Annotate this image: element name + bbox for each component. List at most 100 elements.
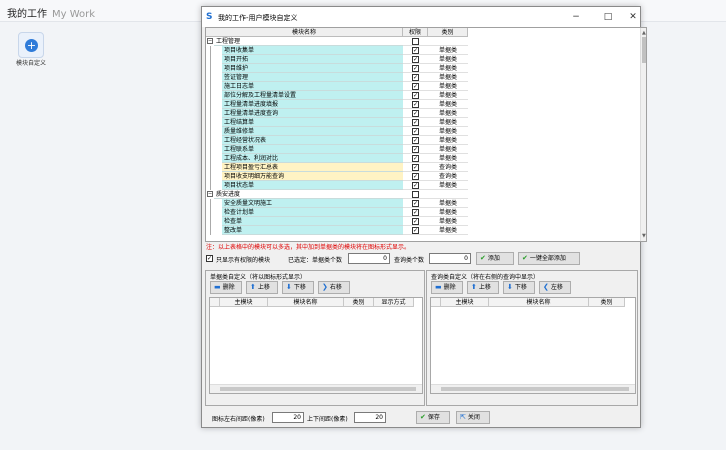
permission-checkbox[interactable]: ✓ — [412, 182, 419, 189]
tree-row[interactable]: 整改单 ✓ 单据类 — [206, 226, 468, 235]
move-down-button[interactable]: ⬇ 下移 — [282, 281, 314, 294]
col-header-category[interactable]: 类别 — [344, 298, 374, 307]
minimize-button[interactable]: − — [568, 10, 584, 24]
tree-row[interactable]: 工程量清单进度填报 ✓ 单据类 — [206, 100, 468, 109]
col-header-category[interactable]: 类别 — [428, 28, 468, 37]
permission-checkbox[interactable]: ✓ — [412, 146, 419, 153]
col-header-display-mode[interactable]: 显示方式 — [374, 298, 414, 307]
tree-row[interactable]: 检查计划单 ✓ 单据类 — [206, 208, 468, 217]
move-up-button[interactable]: ⬆ 上移 — [246, 281, 278, 294]
col-header-main-module[interactable]: 主模块 — [441, 298, 489, 307]
col-header-module-name[interactable]: 模块名称 — [268, 298, 344, 307]
permission-checkbox[interactable]: ✓ — [412, 47, 419, 54]
module-name: 工程经营状况表 — [222, 136, 403, 145]
module-name: 施工日志单 — [222, 82, 403, 91]
module-tree-grid[interactable]: 模块名称 权限 类别 − 工程管理 项目收集单 ✓ 单据类 项目开拓 ✓ 单据类 项目维护 ✓ 单据… — [205, 27, 647, 242]
col-header-module-name[interactable]: 模块名称 — [206, 28, 403, 37]
permission-checkbox[interactable]: ✓ — [412, 74, 419, 81]
permission-checkbox[interactable]: ✓ — [412, 209, 419, 216]
category-cell: 单据类 — [428, 46, 468, 55]
tree-row[interactable]: 工程成本、利润对比 ✓ 单据类 — [206, 154, 468, 163]
tree-row[interactable]: 项目维护 ✓ 单据类 — [206, 64, 468, 73]
tree-line — [210, 73, 211, 82]
collapse-icon[interactable]: − — [207, 38, 213, 44]
permission-checkbox[interactable]: ✓ — [412, 128, 419, 135]
permission-checkbox[interactable] — [412, 191, 419, 198]
tree-row[interactable]: 工程结算单 ✓ 单据类 — [206, 118, 468, 127]
save-button[interactable]: ✔ 保存 — [416, 411, 450, 424]
tree-line — [210, 46, 211, 55]
scrollbar-thumb[interactable] — [642, 37, 646, 63]
permission-checkbox[interactable]: ✓ — [412, 137, 419, 144]
horizontal-scrollbar[interactable] — [431, 384, 635, 393]
category-cell: 单据类 — [428, 82, 468, 91]
permission-checkbox[interactable] — [412, 38, 419, 45]
module-name: 项目状态单 — [222, 181, 403, 190]
scroll-down-icon[interactable]: ▼ — [642, 233, 646, 239]
permission-checkbox[interactable]: ✓ — [412, 110, 419, 117]
lr-spacing-field[interactable]: 20 — [272, 412, 304, 423]
tree-row[interactable]: 部位分解及工程量清单设置 ✓ 单据类 — [206, 91, 468, 100]
tree-row[interactable]: 质量维修单 ✓ 单据类 — [206, 127, 468, 136]
col-header-main-module[interactable]: 主模块 — [220, 298, 268, 307]
close-button[interactable]: ⇱ 关闭 — [456, 411, 490, 424]
permission-checkbox[interactable]: ✓ — [412, 92, 419, 99]
tree-row[interactable]: 工程联系单 ✓ 单据类 — [206, 145, 468, 154]
move-up-button[interactable]: ⬆ 上移 — [467, 281, 499, 294]
horizontal-scrollbar[interactable] — [210, 384, 422, 393]
tree-row[interactable]: 工程项目盈亏汇总表 ✓ 查询类 — [206, 163, 468, 172]
permission-checkbox[interactable]: ✓ — [412, 164, 419, 171]
query-custom-grid[interactable]: 主模块 模块名称 类别 — [430, 297, 636, 394]
tree-row[interactable]: 项目收集单 ✓ 单据类 — [206, 46, 468, 55]
tree-row[interactable]: 检查单 ✓ 单据类 — [206, 217, 468, 226]
permission-cell: ✓ — [403, 199, 428, 208]
permission-cell: ✓ — [403, 91, 428, 100]
delete-button[interactable]: ▬ 删除 — [431, 281, 463, 294]
tree-row[interactable]: 项目收支明细万能查询 ✓ 查询类 — [206, 172, 468, 181]
permission-checkbox[interactable]: ✓ — [412, 155, 419, 162]
permission-checkbox[interactable]: ✓ — [412, 65, 419, 72]
tree-row[interactable]: 项目开拓 ✓ 单据类 — [206, 55, 468, 64]
col-header-module-name[interactable]: 模块名称 — [489, 298, 589, 307]
permission-checkbox[interactable]: ✓ — [412, 101, 419, 108]
delete-button[interactable]: ▬ 删除 — [210, 281, 242, 294]
tree-row[interactable]: 工程量清单进度查询 ✓ 单据类 — [206, 109, 468, 118]
only-permitted-checkbox[interactable]: ✓ — [206, 255, 213, 262]
tree-row[interactable]: 签证管理 ✓ 单据类 — [206, 73, 468, 82]
scroll-up-icon[interactable]: ▲ — [642, 30, 646, 36]
scrollbar-thumb[interactable] — [441, 387, 629, 391]
query-count-field[interactable]: 0 — [429, 253, 471, 264]
ud-spacing-field[interactable]: 20 — [354, 412, 386, 423]
move-right-button[interactable]: ❯ 右移 — [318, 281, 350, 294]
permission-checkbox[interactable]: ✓ — [412, 218, 419, 225]
custom-module-tile[interactable]: + — [18, 32, 44, 58]
collapse-icon[interactable]: − — [207, 191, 213, 197]
doc-count-field[interactable]: 0 — [348, 253, 390, 264]
add-button[interactable]: ✔ 添加 — [476, 252, 514, 265]
col-header-category[interactable]: 类别 — [589, 298, 625, 307]
module-name: 工程成本、利润对比 — [222, 154, 403, 163]
tree-row[interactable]: 工程经营状况表 ✓ 单据类 — [206, 136, 468, 145]
permission-cell: ✓ — [403, 172, 428, 181]
maximize-button[interactable]: □ — [600, 10, 616, 24]
add-all-button[interactable]: ✔ 一键全部添加 — [518, 252, 580, 265]
permission-checkbox[interactable]: ✓ — [412, 200, 419, 207]
move-left-button[interactable]: ❮ 左移 — [539, 281, 571, 294]
tree-row[interactable]: 施工日志单 ✓ 单据类 — [206, 82, 468, 91]
tree-vertical-scrollbar[interactable]: ▲ ▼ — [640, 28, 646, 241]
tree-group-row[interactable]: − 质安进度 — [206, 190, 468, 199]
permission-checkbox[interactable]: ✓ — [412, 56, 419, 63]
scrollbar-thumb[interactable] — [220, 387, 416, 391]
close-window-button[interactable]: ✕ — [625, 10, 641, 24]
tree-group-row[interactable]: − 工程管理 — [206, 37, 468, 46]
doc-custom-grid[interactable]: 主模块 模块名称 类别 显示方式 — [209, 297, 423, 394]
tree-row[interactable]: 安全质量文明施工 ✓ 单据类 — [206, 199, 468, 208]
permission-checkbox[interactable]: ✓ — [412, 119, 419, 126]
tree-row[interactable]: 项目状态单 ✓ 单据类 — [206, 181, 468, 190]
permission-checkbox[interactable]: ✓ — [412, 227, 419, 234]
col-header-permission[interactable]: 权限 — [403, 28, 428, 37]
move-down-button[interactable]: ⬇ 下移 — [503, 281, 535, 294]
custom-module-tile-label[interactable]: 模块自定义 — [12, 60, 50, 67]
permission-checkbox[interactable]: ✓ — [412, 173, 419, 180]
permission-checkbox[interactable]: ✓ — [412, 83, 419, 90]
